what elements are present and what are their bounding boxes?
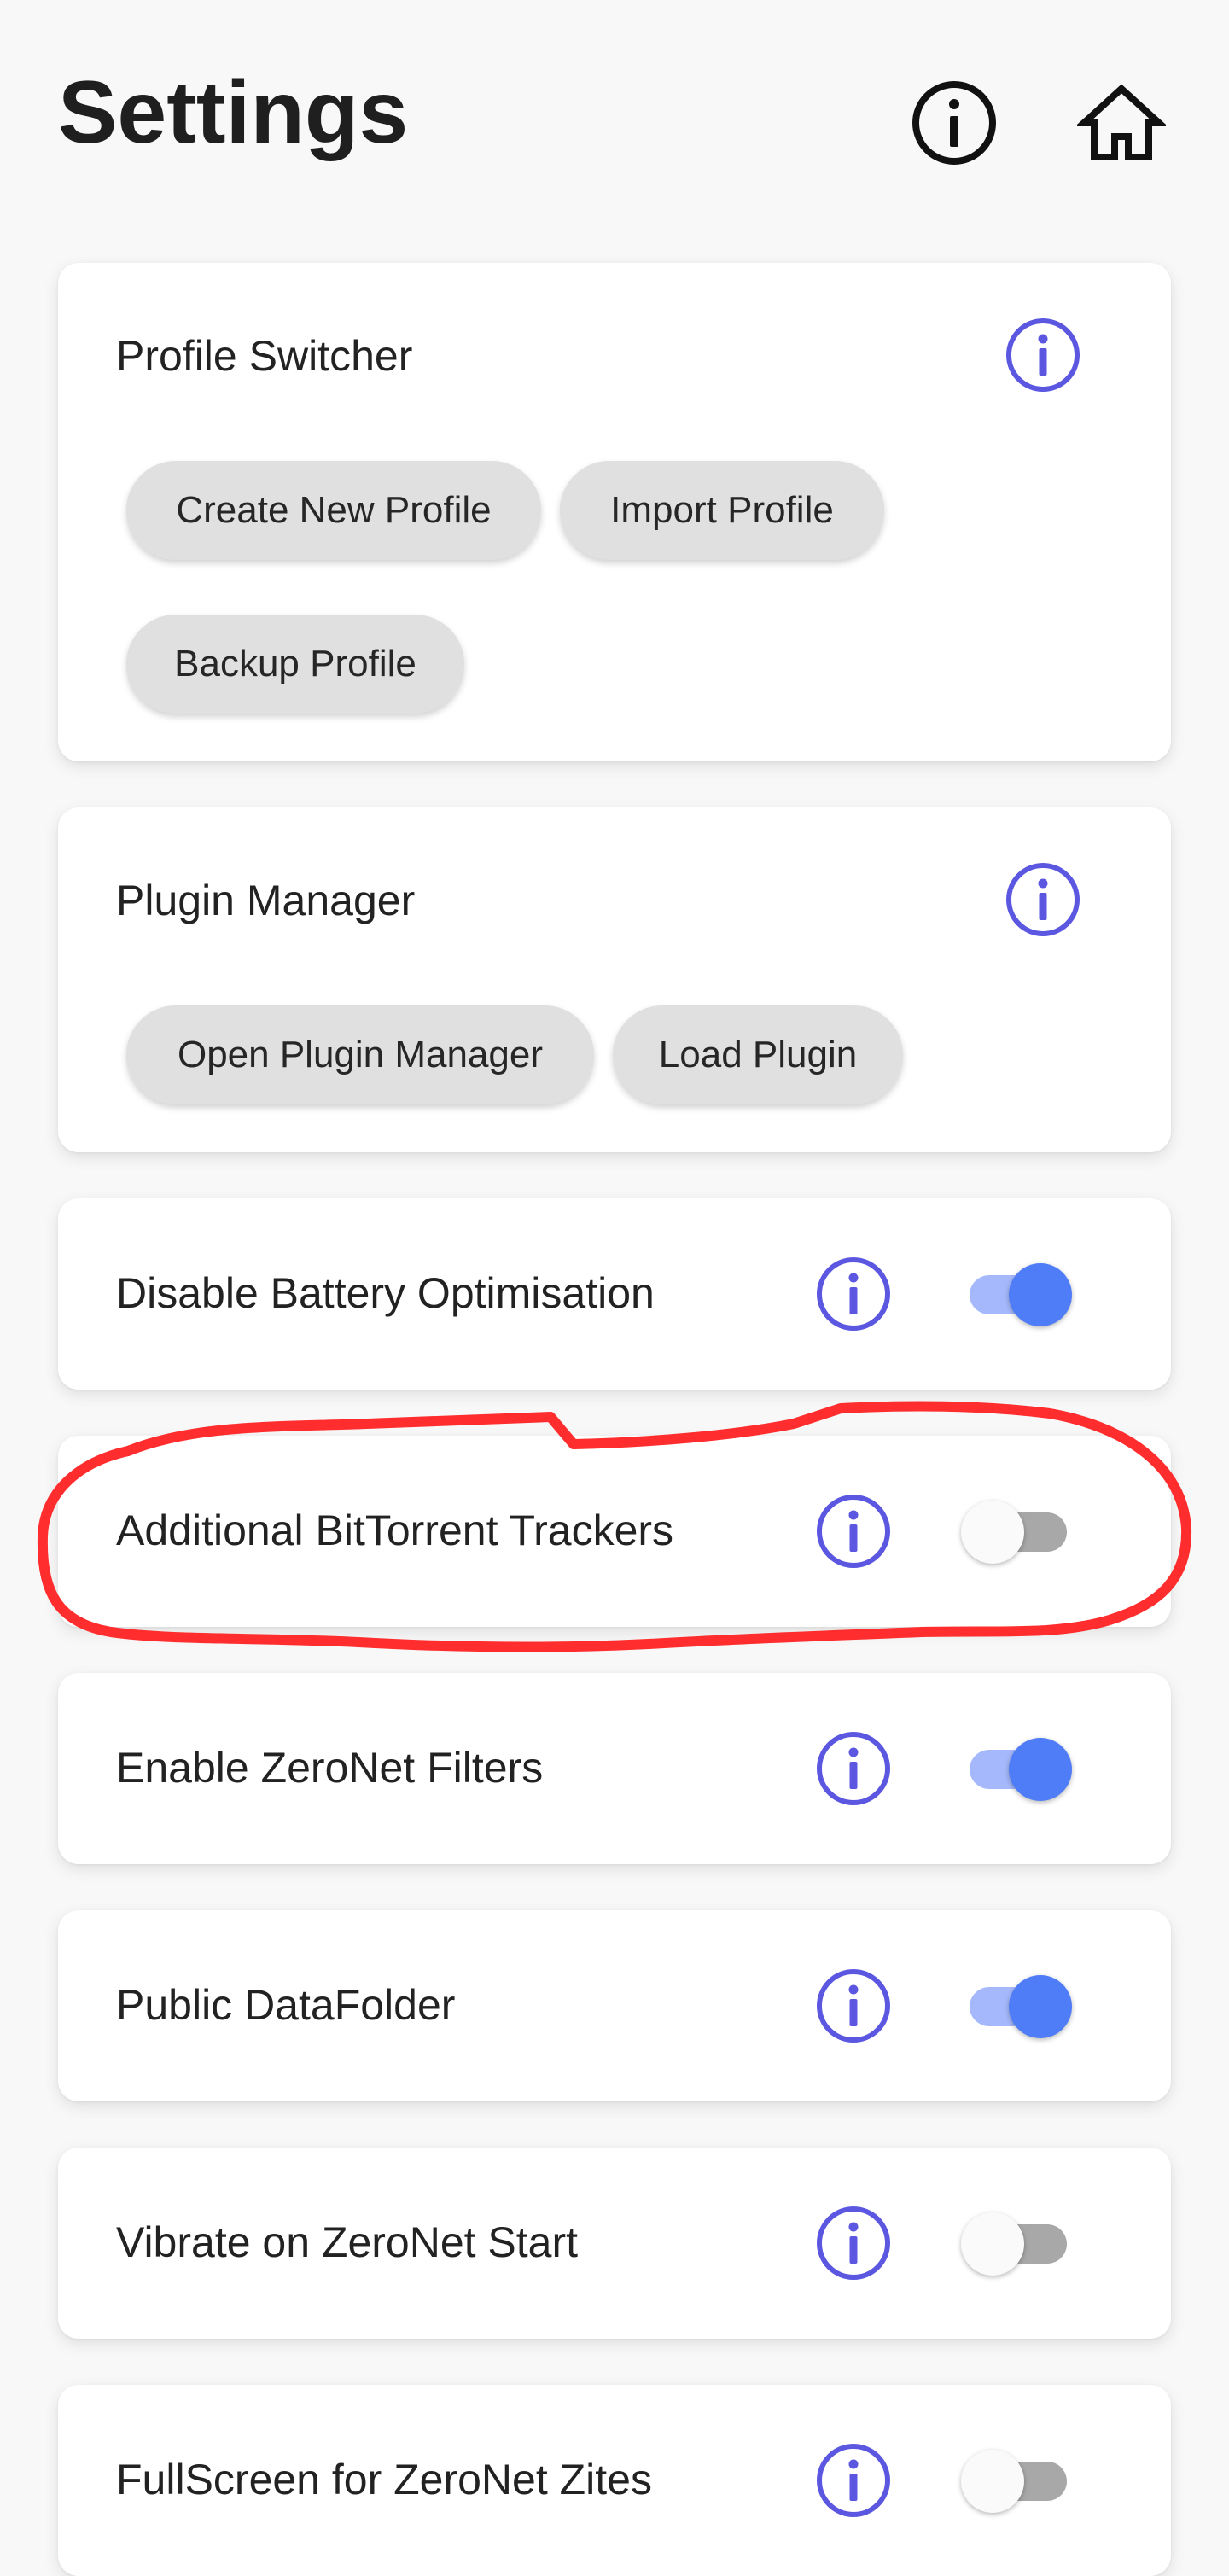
toggle-setting-card: Disable Battery Optimisation xyxy=(58,1198,1171,1390)
app-header: Settings xyxy=(58,60,1171,188)
toggle-setting-card: FullScreen for ZeroNet Zites xyxy=(58,2385,1171,2576)
profile-switcher-title: Profile Switcher xyxy=(116,332,413,380)
toggle-setting-card: Public DataFolder xyxy=(58,1910,1171,2101)
toggle-setting-card: Vibrate on ZeroNet Start xyxy=(58,2148,1171,2339)
toggle-setting-info-icon[interactable] xyxy=(814,2204,893,2282)
toggle-setting-label: Disable Battery Optimisation xyxy=(116,1269,655,1317)
info-circle-icon[interactable] xyxy=(910,79,999,167)
toggle-setting-label: Vibrate on ZeroNet Start xyxy=(116,2218,579,2266)
toggle-switch[interactable] xyxy=(961,1492,1072,1571)
toggle-setting-label: FullScreen for ZeroNet Zites xyxy=(116,2456,652,2503)
toggle-setting-card: Enable ZeroNet Filters xyxy=(58,1673,1171,1864)
toggle-setting-label: Enable ZeroNet Filters xyxy=(116,1744,544,1792)
toggle-switch[interactable] xyxy=(961,1729,1072,1808)
plugin-manager-title: Plugin Manager xyxy=(116,877,416,924)
home-icon[interactable] xyxy=(1077,79,1166,167)
create-new-profile-button[interactable]: Create New Profile xyxy=(126,461,541,560)
toggle-switch-thumb xyxy=(961,2212,1024,2276)
toggle-setting-info-icon[interactable] xyxy=(814,1967,893,2045)
import-profile-button[interactable]: Import Profile xyxy=(560,461,884,560)
toggle-setting-label: Public DataFolder xyxy=(116,1981,456,2029)
toggle-switch-thumb xyxy=(1009,1975,1072,2038)
toggle-setting-card: Additional BitTorrent Trackers xyxy=(58,1436,1171,1627)
toggle-switch-thumb xyxy=(961,1501,1024,1564)
plugin-manager-info-icon[interactable] xyxy=(1004,860,1082,939)
toggle-setting-info-icon[interactable] xyxy=(814,2441,893,2520)
toggle-setting-info-icon[interactable] xyxy=(814,1255,893,1333)
toggle-switch[interactable] xyxy=(961,2441,1072,2520)
load-plugin-button[interactable]: Load Plugin xyxy=(613,1005,903,1104)
toggle-setting-info-icon[interactable] xyxy=(814,1729,893,1808)
open-plugin-manager-button[interactable]: Open Plugin Manager xyxy=(126,1005,594,1104)
plugin-manager-card: Plugin Manager Open Plugin Manager Load … xyxy=(58,807,1171,1152)
toggle-setting-info-icon[interactable] xyxy=(814,1492,893,1571)
profile-switcher-card: Profile Switcher Create New Profile Impo… xyxy=(58,263,1171,761)
toggle-switch[interactable] xyxy=(961,1967,1072,2045)
profile-switcher-info-icon[interactable] xyxy=(1004,316,1082,394)
backup-profile-button[interactable]: Backup Profile xyxy=(126,615,464,714)
toggle-switch-thumb xyxy=(961,2450,1024,2513)
page-title: Settings xyxy=(58,63,409,162)
toggle-setting-label: Additional BitTorrent Trackers xyxy=(116,1507,674,1554)
toggle-switch[interactable] xyxy=(961,2204,1072,2282)
toggle-switch-thumb xyxy=(1009,1738,1072,1801)
toggle-switch-thumb xyxy=(1009,1263,1072,1326)
toggle-switch[interactable] xyxy=(961,1255,1072,1333)
